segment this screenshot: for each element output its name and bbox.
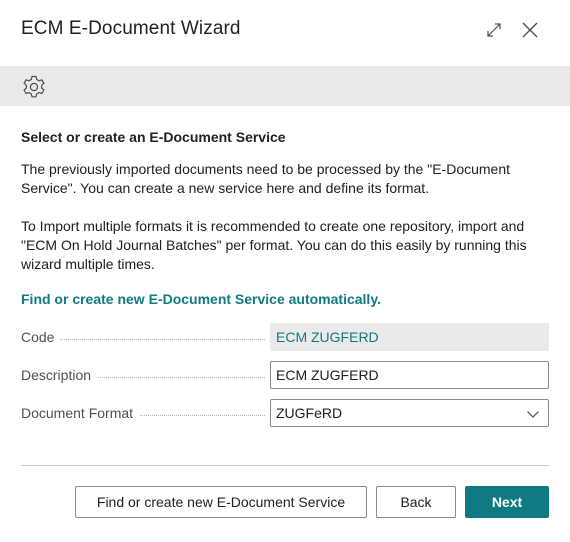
wizard-dialog: ECM E-Document Wizard Select or create a… (0, 0, 570, 542)
back-button[interactable]: Back (376, 486, 456, 518)
document-format-field-row: Document Format ZUGFeRD (21, 399, 549, 427)
chevron-down-icon (527, 411, 539, 418)
action-toolbar (0, 66, 570, 106)
code-label: Code (21, 329, 61, 345)
step-heading: Select or create an E-Document Service (21, 129, 286, 145)
next-button[interactable]: Next (465, 486, 549, 518)
dialog-titlebar: ECM E-Document Wizard (0, 0, 570, 64)
expand-icon (487, 23, 501, 37)
dialog-title: ECM E-Document Wizard (21, 18, 241, 39)
code-value: ECM ZUGFERD (270, 323, 549, 351)
gear-icon (23, 75, 45, 98)
document-format-label: Document Format (21, 405, 140, 421)
settings-button[interactable] (20, 73, 48, 101)
close-button[interactable] (518, 18, 542, 42)
description-label: Description (21, 367, 98, 383)
footer-divider (21, 465, 549, 466)
description-input[interactable] (270, 361, 549, 389)
document-format-select[interactable]: ZUGFeRD (270, 399, 549, 427)
hint-paragraph: To Import multiple formats it is recomme… (21, 218, 527, 272)
auto-create-link[interactable]: Find or create new E-Document Service au… (21, 291, 381, 307)
description-field-row: Description (21, 361, 549, 389)
wizard-content: Select or create an E-Document Service T… (21, 128, 551, 293)
intro-paragraph: The previously imported documents need t… (21, 161, 511, 196)
find-create-service-button[interactable]: Find or create new E-Document Service (75, 486, 367, 518)
document-format-value: ZUGFeRD (276, 405, 343, 421)
close-icon (522, 22, 538, 38)
expand-button[interactable] (482, 18, 506, 42)
code-field-row: Code ECM ZUGFERD (21, 323, 549, 351)
